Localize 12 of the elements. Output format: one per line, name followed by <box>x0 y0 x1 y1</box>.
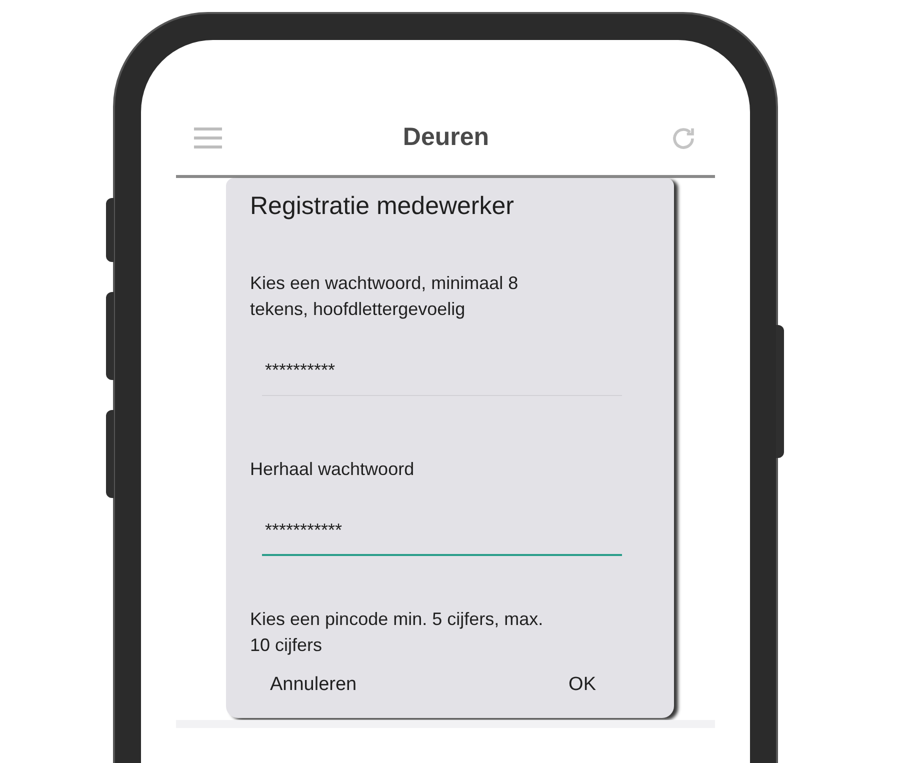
dialog-title: Registratie medewerker <box>250 191 515 222</box>
side-button[interactable] <box>106 292 114 380</box>
ok-button[interactable]: OK <box>564 672 600 698</box>
field-label: Herhaal wachtwoord <box>250 458 416 481</box>
cancel-button[interactable]: Annuleren <box>266 672 361 698</box>
side-button[interactable] <box>106 198 114 262</box>
side-button[interactable] <box>106 410 114 498</box>
pincode-hint: Kies een pincode min. 5 cijfers, max. 10 cijfers <box>250 608 544 657</box>
field-label: Kies een wachtwoord, minimaal 8 tekens, hoofdlettergevoelig <box>250 272 520 321</box>
password-field[interactable]: *********** <box>262 506 622 556</box>
app-bar-title: Deuren <box>402 122 490 154</box>
password-field[interactable]: ********** <box>262 346 622 396</box>
